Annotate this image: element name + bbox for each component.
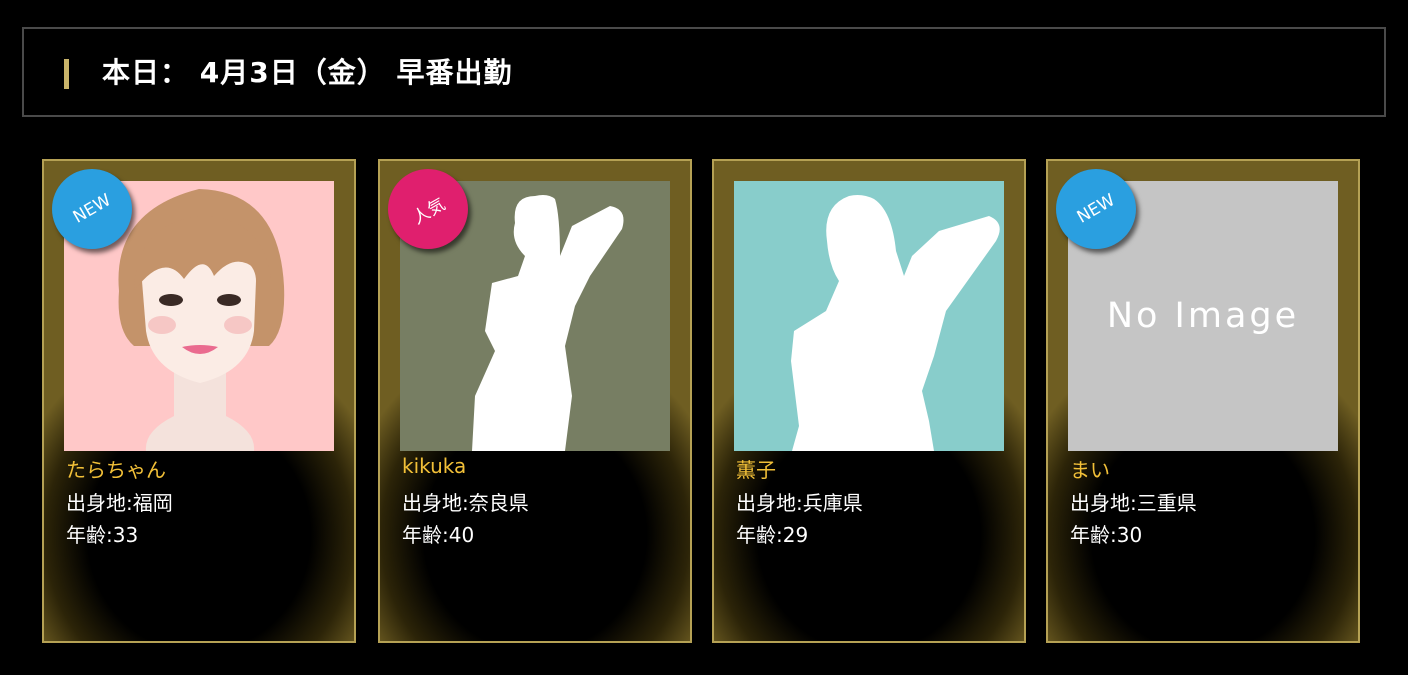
cast-card-kikuka[interactable]: 人気 kikuka 出身地:奈良県 年齢:40 bbox=[378, 159, 692, 643]
cast-origin: 出身地:奈良県 bbox=[402, 491, 529, 515]
cast-card-kaoruko[interactable]: 薫子 出身地:兵庫県 年齢:29 bbox=[712, 159, 1026, 643]
cast-origin: 出身地:三重県 bbox=[1070, 491, 1197, 515]
new-badge: NEW bbox=[1056, 169, 1136, 249]
shift-header: 本日： 4月3日（金） 早番出勤 bbox=[22, 27, 1386, 117]
popular-badge: 人気 bbox=[388, 169, 468, 249]
cast-name[interactable]: 薫子 bbox=[736, 454, 776, 483]
cast-photo[interactable] bbox=[734, 181, 1004, 451]
cast-origin: 出身地:福岡 bbox=[66, 491, 173, 515]
cast-name[interactable]: kikuka bbox=[402, 454, 466, 478]
cast-age: 年齢:33 bbox=[66, 523, 139, 547]
cast-age: 年齢:30 bbox=[1070, 523, 1143, 547]
header-accent-bar bbox=[64, 59, 69, 89]
cast-age: 年齢:40 bbox=[402, 523, 475, 547]
page-title: 本日： 4月3日（金） 早番出勤 bbox=[102, 56, 513, 89]
new-badge: NEW bbox=[52, 169, 132, 249]
cast-card-tarachan[interactable]: NEW たらちゃん 出身地:福岡 年齢:33 bbox=[42, 159, 356, 643]
cast-card-mai[interactable]: NEW No Image まい 出身地:三重県 年齢:30 bbox=[1046, 159, 1360, 643]
cast-origin: 出身地:兵庫県 bbox=[736, 491, 863, 515]
silhouette-image bbox=[734, 181, 1004, 451]
cast-name[interactable]: たらちゃん bbox=[66, 454, 166, 483]
cast-age: 年齢:29 bbox=[736, 523, 809, 547]
cast-name[interactable]: まい bbox=[1070, 454, 1110, 483]
